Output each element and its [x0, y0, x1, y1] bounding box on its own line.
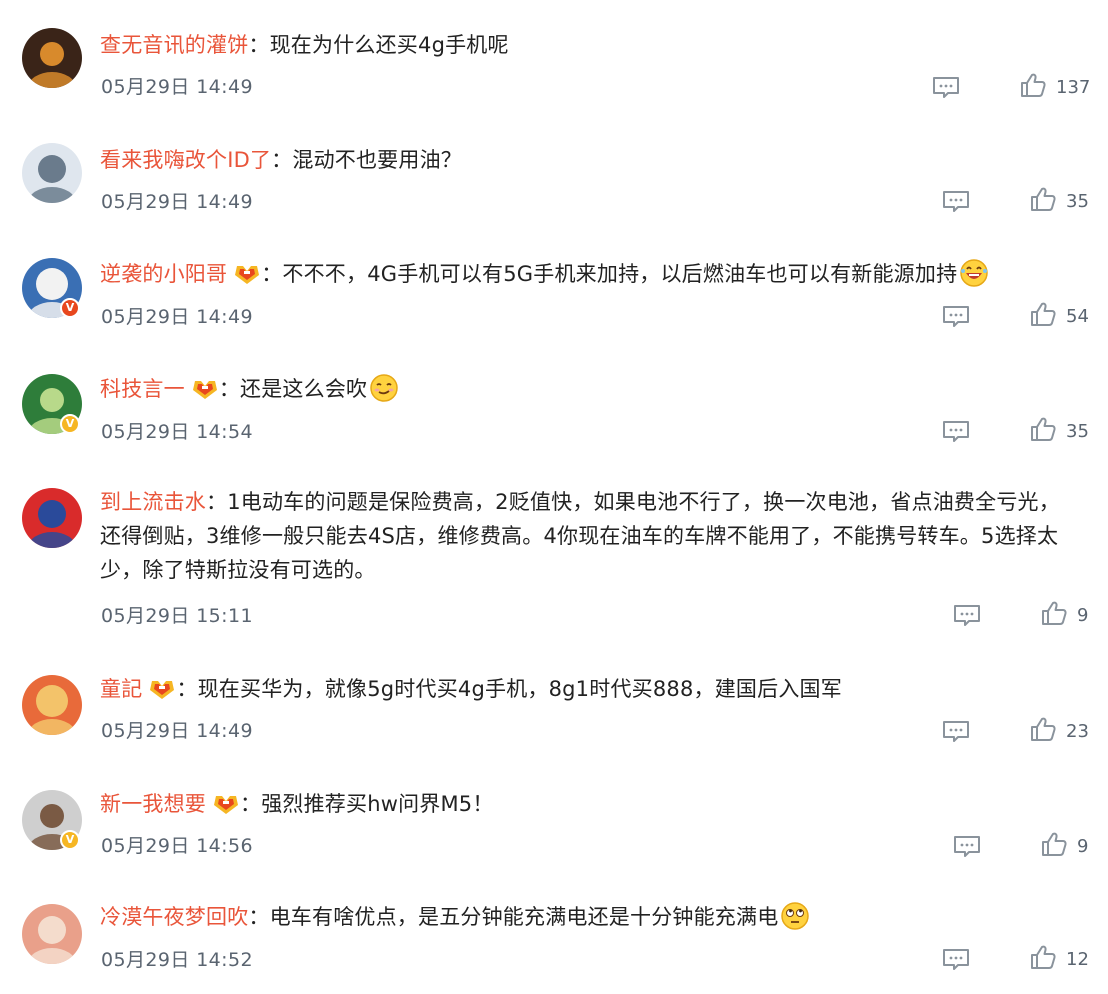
- username-link[interactable]: 冷漠午夜梦回吹: [100, 905, 248, 929]
- reply-button[interactable]: [953, 604, 981, 628]
- separator: ：: [218, 377, 241, 401]
- thumbs-up-icon: [1030, 416, 1056, 446]
- comment-icon: [942, 721, 970, 748]
- comment-text-line: 1电动车的问题是保险费高，2贬值快，如果电池不行了，换一次电池，省点油费全亏光，: [227, 490, 1060, 514]
- username-link[interactable]: 查无音讯的灌饼: [100, 33, 248, 57]
- comment-timestamp: 05月29日 14:49: [101, 191, 253, 213]
- like-count: 54: [1066, 305, 1089, 327]
- separator: ：: [248, 33, 270, 57]
- comment-body: 逆袭的小阳哥 ：不不不，4G手机可以有5G手机来加持，以后燃油车也可以有新能源加持: [100, 257, 1088, 291]
- thumbs-up-icon: [1030, 301, 1056, 331]
- comment-text: 强烈推荐买hw问界M5！: [261, 792, 494, 816]
- username-link[interactable]: 看来我嗨改个ID了: [100, 148, 271, 172]
- verified-v-icon: V: [60, 830, 80, 850]
- avatar[interactable]: [22, 675, 82, 735]
- separator: ：: [248, 905, 270, 929]
- username-link[interactable]: 童記: [100, 677, 142, 701]
- verified-v-icon: V: [60, 414, 80, 434]
- like-count: 35: [1066, 420, 1089, 442]
- comment-timestamp: 05月29日 14:49: [101, 76, 253, 98]
- comment-body: 看来我嗨改个ID了：混动不也要用油？: [100, 143, 1088, 177]
- separator: ：: [176, 677, 198, 701]
- verified-v-icon: V: [60, 298, 80, 318]
- comment-text: 现在买华为，就像5g时代买4g手机，8g1时代买888，建国后入国军: [197, 677, 842, 701]
- comment-icon: [953, 836, 981, 863]
- comment-icon: [932, 77, 960, 104]
- comment-text-line: 还得倒贴，3维修一般只能去4S店，维修费高。4你现在油车的车牌不能用了，不能携号…: [100, 524, 1059, 548]
- separator: ：: [240, 792, 262, 816]
- comment-text-line: 少，除了特斯拉没有可选的。: [100, 558, 376, 582]
- comment-body: 科技言一 ：还是这么会吹: [100, 372, 1088, 406]
- comment-text: 电车有啥优点，是五分钟能充满电还是十分钟能充满电: [269, 905, 779, 929]
- like-button[interactable]: 9: [1041, 831, 1089, 861]
- separator: ：: [206, 490, 228, 514]
- comment-timestamp: 05月29日 15:11: [101, 605, 253, 627]
- avatar[interactable]: [22, 904, 82, 964]
- like-count: 9: [1077, 835, 1089, 857]
- reply-button[interactable]: [942, 305, 970, 329]
- avatar[interactable]: [22, 143, 82, 203]
- separator: ：: [261, 262, 283, 286]
- fan-club-badge-icon: [148, 678, 176, 700]
- reply-button[interactable]: [942, 420, 970, 444]
- like-count: 9: [1077, 604, 1089, 626]
- comment-body: 冷漠午夜梦回吹：电车有啥优点，是五分钟能充满电还是十分钟能充满电: [100, 900, 1088, 934]
- comment-timestamp: 05月29日 14:56: [101, 835, 253, 857]
- comment-timestamp: 05月29日 14:49: [101, 306, 253, 328]
- like-button[interactable]: 9: [1041, 600, 1089, 630]
- like-button[interactable]: 137: [1020, 72, 1091, 102]
- thumbs-up-icon: [1041, 600, 1067, 630]
- thumbs-up-icon: [1020, 72, 1046, 102]
- comment-icon: [942, 421, 970, 448]
- comment-icon: [942, 191, 970, 218]
- like-count: 137: [1056, 76, 1091, 98]
- like-button[interactable]: 35: [1030, 186, 1089, 216]
- like-button[interactable]: 35: [1030, 416, 1089, 446]
- thumbs-up-icon: [1030, 716, 1056, 746]
- comment-icon: [953, 605, 981, 632]
- fan-club-badge-icon: [191, 378, 219, 400]
- comment-body: 查无音讯的灌饼：现在为什么还买4g手机呢: [100, 28, 1088, 62]
- comment-text: 混动不也要用油？: [292, 148, 462, 172]
- comment-text: 不不不，4G手机可以有5G手机来加持，以后燃油车也可以有新能源加持: [282, 262, 958, 286]
- username-link[interactable]: 到上流击水: [100, 490, 206, 514]
- like-button[interactable]: 23: [1030, 716, 1089, 746]
- fan-club-badge-icon: [212, 793, 240, 815]
- like-count: 23: [1066, 720, 1089, 742]
- like-count: 12: [1066, 948, 1089, 970]
- reply-button[interactable]: [942, 948, 970, 972]
- username-link[interactable]: 科技言一: [100, 377, 185, 401]
- avatar[interactable]: [22, 488, 82, 548]
- username-link[interactable]: 逆袭的小阳哥: [100, 262, 227, 286]
- eye-roll-face-emoji-icon: [780, 901, 810, 931]
- laughing-face-emoji-icon: [959, 258, 989, 288]
- fan-club-badge-icon: [233, 263, 261, 285]
- reply-button[interactable]: [942, 190, 970, 214]
- comment-icon: [942, 949, 970, 976]
- thumbs-up-icon: [1041, 831, 1067, 861]
- like-count: 35: [1066, 190, 1089, 212]
- thumbs-up-icon: [1030, 944, 1056, 974]
- comment-timestamp: 05月29日 14:52: [101, 949, 253, 971]
- comment-body: 新一我想要 ：强烈推荐买hw问界M5！: [100, 787, 1088, 821]
- like-button[interactable]: 54: [1030, 301, 1089, 331]
- smug-face-emoji-icon: [369, 373, 399, 403]
- separator: ：: [271, 148, 293, 172]
- like-button[interactable]: 12: [1030, 944, 1089, 974]
- comment-text: 现在为什么还买4g手机呢: [269, 33, 509, 57]
- comment-icon: [942, 306, 970, 333]
- reply-button[interactable]: [932, 76, 960, 100]
- comment-body: 童記 ：现在买华为，就像5g时代买4g手机，8g1时代买888，建国后入国军: [100, 672, 1088, 706]
- reply-button[interactable]: [942, 720, 970, 744]
- username-link[interactable]: 新一我想要: [100, 792, 206, 816]
- thumbs-up-icon: [1030, 186, 1056, 216]
- comment-timestamp: 05月29日 14:49: [101, 720, 253, 742]
- comment-timestamp: 05月29日 14:54: [101, 421, 253, 443]
- comment-text: 还是这么会吹: [240, 377, 368, 401]
- reply-button[interactable]: [953, 835, 981, 859]
- comment-body: 到上流击水：1电动车的问题是保险费高，2贬值快，如果电池不行了，换一次电池，省点…: [100, 485, 1088, 587]
- comment-list: 查无音讯的灌饼：现在为什么还买4g手机呢 05月29日 14:49 137 看来我嗨改…: [0, 0, 1108, 994]
- avatar[interactable]: [22, 28, 82, 88]
